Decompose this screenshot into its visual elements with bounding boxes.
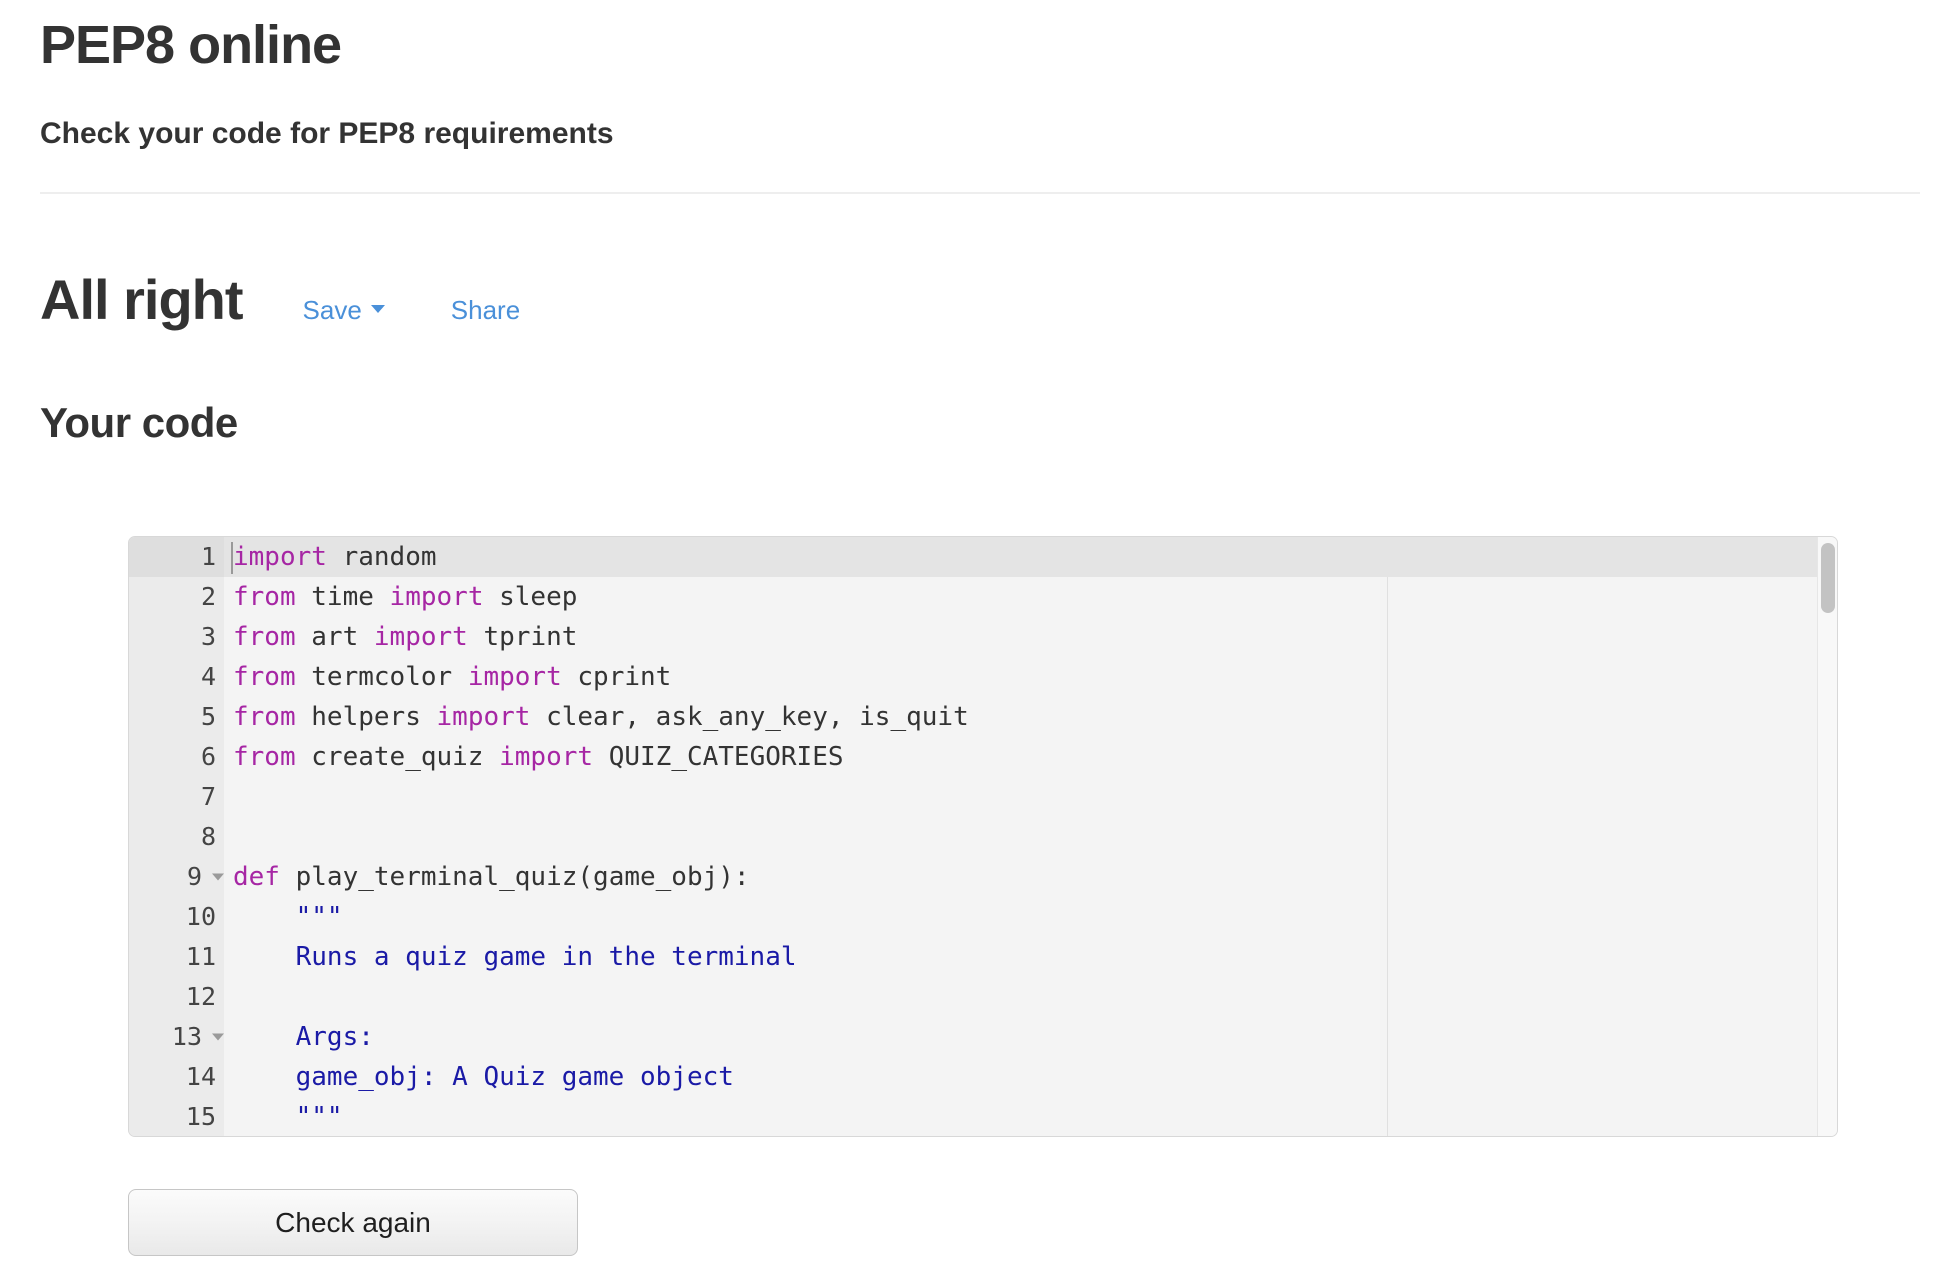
- fold-toggle-icon[interactable]: [212, 1033, 224, 1041]
- line-number: 13: [129, 1017, 224, 1057]
- line-number: 9: [129, 857, 224, 897]
- code-token: import: [499, 742, 594, 772]
- code-token: def: [233, 862, 280, 892]
- code-line-text[interactable]: from create_quiz import QUIZ_CATEGORIES: [224, 737, 1837, 777]
- text-cursor: [231, 542, 233, 574]
- code-line[interactable]: 4 from termcolor import cprint: [129, 657, 1837, 697]
- code-line[interactable]: 8: [129, 817, 1837, 857]
- code-line[interactable]: 5 from helpers import clear, ask_any_key,…: [129, 697, 1837, 737]
- editor-scrollbar-thumb[interactable]: [1821, 543, 1835, 613]
- code-line[interactable]: 11 Runs a quiz game in the terminal: [129, 937, 1837, 977]
- code-editor[interactable]: 1 import random 2 from time import sleep 3 fr…: [128, 536, 1838, 1137]
- code-token: import: [467, 662, 562, 692]
- code-token: import: [233, 542, 327, 572]
- code-line-text[interactable]: """: [224, 1097, 1837, 1136]
- code-token: QUIZ_CATEGORIES: [593, 742, 844, 772]
- result-action-links: Save Share: [303, 295, 521, 326]
- code-line[interactable]: 14 game_obj: A Quiz game object: [129, 1057, 1837, 1097]
- code-token: from: [233, 582, 296, 612]
- line-number: 4: [129, 657, 224, 697]
- code-line[interactable]: 1 import random: [129, 537, 1837, 577]
- code-token: time: [295, 582, 390, 612]
- code-token: from: [233, 662, 296, 692]
- code-token: from: [233, 622, 296, 652]
- share-link[interactable]: Share: [451, 295, 520, 326]
- line-number: 1: [129, 537, 224, 577]
- chevron-down-icon[interactable]: [370, 304, 385, 313]
- check-again-button[interactable]: Check again: [128, 1189, 578, 1256]
- code-line-text[interactable]: [224, 777, 1837, 817]
- code-line-list[interactable]: 1 import random 2 from time import sleep 3 fr…: [129, 537, 1837, 1136]
- line-number: 3: [129, 617, 224, 657]
- result-header-row: All right Save Share: [40, 272, 520, 328]
- code-line-text[interactable]: from termcolor import cprint: [224, 657, 1837, 697]
- code-token: from: [233, 702, 296, 732]
- line-number: 14: [129, 1057, 224, 1097]
- code-line[interactable]: 10 """: [129, 897, 1837, 937]
- line-number: 15: [129, 1097, 224, 1136]
- code-line-text[interactable]: def play_terminal_quiz(game_obj):: [224, 857, 1837, 897]
- code-line-text[interactable]: [224, 817, 1837, 857]
- code-token: create_quiz: [295, 742, 500, 772]
- code-token: game_obj: A Quiz game object: [233, 1062, 734, 1092]
- code-token: termcolor: [295, 662, 468, 692]
- code-line[interactable]: 12: [129, 977, 1837, 1017]
- code-line-text[interactable]: from art import tprint: [224, 617, 1837, 657]
- code-line[interactable]: 13 Args:: [129, 1017, 1837, 1057]
- code-line-text[interactable]: Args:: [224, 1017, 1837, 1057]
- code-line[interactable]: 7: [129, 777, 1837, 817]
- code-token: """: [233, 1102, 343, 1132]
- line-number: 12: [129, 977, 224, 1017]
- line-number: 11: [129, 937, 224, 977]
- code-line-text[interactable]: game_obj: A Quiz game object: [224, 1057, 1837, 1097]
- code-token: sleep: [483, 582, 578, 612]
- line-number: 2: [129, 577, 224, 617]
- site-subtitle: Check your code for PEP8 requirements: [40, 117, 614, 150]
- code-line[interactable]: 3 from art import tprint: [129, 617, 1837, 657]
- save-link[interactable]: Save: [303, 295, 362, 326]
- code-editor-inner: 1 import random 2 from time import sleep 3 fr…: [129, 537, 1837, 1136]
- line-number: 7: [129, 777, 224, 817]
- code-line-text[interactable]: from helpers import clear, ask_any_key, …: [224, 697, 1837, 737]
- code-token: play_terminal_quiz(game_obj):: [279, 862, 750, 892]
- fold-toggle-icon[interactable]: [212, 873, 224, 881]
- code-token: Args:: [233, 1022, 374, 1052]
- code-line[interactable]: 2 from time import sleep: [129, 577, 1837, 617]
- code-token: import: [389, 582, 484, 612]
- line-number: 10: [129, 897, 224, 937]
- result-status-title: All right: [40, 268, 244, 331]
- header-divider: [40, 192, 1920, 194]
- line-number: 8: [129, 817, 224, 857]
- pep8-online-page: PEP8 online Check your code for PEP8 req…: [0, 0, 1950, 1280]
- save-dropdown[interactable]: Save: [303, 295, 385, 326]
- code-token: Runs a quiz game in the terminal: [233, 942, 797, 972]
- code-token: helpers: [295, 702, 437, 732]
- site-title: PEP8 online: [40, 15, 342, 75]
- code-line-text[interactable]: import random: [224, 537, 1837, 577]
- code-line-text[interactable]: Runs a quiz game in the terminal: [224, 937, 1837, 977]
- code-line[interactable]: 9 def play_terminal_quiz(game_obj):: [129, 857, 1837, 897]
- code-token: import: [436, 702, 531, 732]
- code-token: from: [233, 742, 296, 772]
- line-number: 5: [129, 697, 224, 737]
- line-number: 6: [129, 737, 224, 777]
- your-code-heading: Your code: [40, 399, 238, 446]
- code-line-text[interactable]: [224, 977, 1837, 1017]
- code-token: import: [373, 622, 468, 652]
- code-line[interactable]: 15 """: [129, 1097, 1837, 1136]
- code-token: tprint: [467, 622, 578, 652]
- code-line[interactable]: 6 from create_quiz import QUIZ_CATEGORIES: [129, 737, 1837, 777]
- code-token: """: [233, 902, 343, 932]
- code-line-text[interactable]: """: [224, 897, 1837, 937]
- code-token: art: [295, 622, 374, 652]
- code-token: clear, ask_any_key, is_quit: [530, 702, 969, 732]
- code-token: cprint: [561, 662, 672, 692]
- editor-vertical-scrollbar[interactable]: [1817, 537, 1837, 1136]
- code-line-text[interactable]: from time import sleep: [224, 577, 1837, 617]
- code-token: random: [326, 542, 437, 572]
